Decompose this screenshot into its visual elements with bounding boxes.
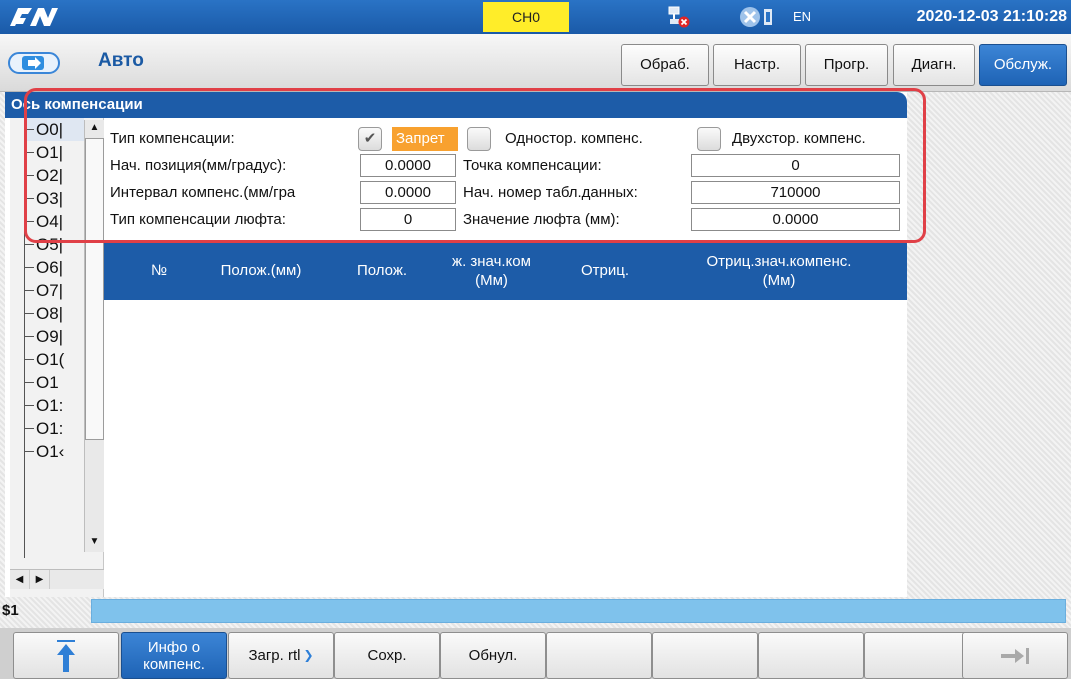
tree-item-axis-12[interactable]: O1:	[24, 394, 84, 417]
one-side-checkbox[interactable]	[467, 127, 491, 151]
col-position: Полож.	[356, 262, 408, 279]
tree-item-axis-10[interactable]: O1(	[24, 348, 84, 371]
backlash-value-label: Значение люфта (мм):	[463, 211, 620, 228]
col-pos-comp-value: ж. знач.ком (Мм)	[452, 252, 531, 289]
col-position-mm: Полож.(мм)	[220, 262, 302, 279]
arrow-right-end-icon	[1001, 647, 1029, 664]
col-neg-comp-value: Отриц.знач.компенс. (Мм)	[706, 252, 852, 289]
tree-item-axis-14[interactable]: O1‹	[24, 440, 84, 463]
backlash-type-field[interactable]: 0	[360, 208, 456, 231]
auto-mode-icon	[8, 52, 60, 74]
network-error-icon	[668, 6, 690, 28]
tree-item-axis-0[interactable]: O0|	[24, 118, 84, 141]
scroll-thumb[interactable]	[85, 138, 104, 440]
scroll-left-arrow-icon[interactable]: ◀	[10, 570, 30, 589]
col-negative: Отриц.	[580, 262, 630, 279]
comp-info-button[interactable]: Инфо о компенс.	[121, 632, 227, 679]
comp-table-header: № Полож.(мм) Полож. ж. знач.ком (Мм) Отр…	[104, 241, 907, 300]
two-side-option-label[interactable]: Двухстор. компенс.	[732, 128, 866, 150]
two-side-checkbox[interactable]	[697, 127, 721, 151]
scroll-down-arrow-icon[interactable]: ▼	[85, 534, 104, 550]
scroll-right-arrow-icon[interactable]: ▶	[30, 570, 50, 589]
chevron-down-icon: ❯	[303, 648, 314, 662]
tab-program[interactable]: Прогр.	[805, 44, 888, 86]
language-indicator: EN	[793, 9, 812, 24]
next-page-button[interactable]	[962, 632, 1068, 679]
start-pos-field[interactable]: 0.0000	[360, 154, 456, 177]
tab-service[interactable]: Обслуж.	[979, 44, 1067, 86]
mode-title: Авто	[98, 50, 144, 71]
table-start-field[interactable]: 710000	[691, 181, 900, 204]
command-prompt-label: $1	[2, 602, 19, 619]
axis-tree: O0| O1| O2| O3| O4| O5| O6| O7| O8| O9| …	[10, 118, 104, 597]
save-button[interactable]: Сохр.	[334, 632, 440, 679]
reset-button[interactable]: Обнул.	[440, 632, 546, 679]
return-top-button[interactable]	[13, 632, 119, 679]
mode-bar: Авто Обраб. Настр. Прогр. Диагн. Обслуж.	[0, 34, 1071, 92]
tree-item-axis-6[interactable]: O6|	[24, 256, 84, 279]
comp-type-label: Тип компенсации:	[110, 130, 235, 147]
softkey-bar: Инфо о компенс. Загр. rtl ❯ Сохр. Обнул.	[0, 628, 1071, 679]
disable-option-label[interactable]: Запрет	[392, 127, 458, 151]
tree-item-axis-5[interactable]: O5|	[24, 233, 84, 256]
arrow-up-icon	[57, 639, 75, 672]
disconnected-icon	[740, 7, 772, 27]
compensation-panel: Ось компенсации O0| O1| O2| O3| O4| O5| …	[5, 92, 907, 597]
interval-label: Интервал компенс.(мм/гра	[110, 184, 296, 201]
tree-item-axis-7[interactable]: O7|	[24, 279, 84, 302]
comp-point-label: Точка компенсации:	[463, 157, 602, 174]
load-rtl-label: Загр. rtl	[248, 647, 301, 664]
disable-checkbox[interactable]: ✔	[358, 127, 382, 151]
softkey-7[interactable]	[652, 632, 758, 679]
one-side-option-label[interactable]: Одностор. компенс.	[505, 128, 643, 150]
tree-item-axis-4[interactable]: O4|	[24, 210, 84, 233]
softkey-9[interactable]	[864, 632, 970, 679]
channel-indicator: CH0	[483, 2, 569, 32]
tree-item-axis-9[interactable]: O9|	[24, 325, 84, 348]
load-rtl-button[interactable]: Загр. rtl ❯	[228, 632, 334, 679]
tree-item-axis-2[interactable]: O2|	[24, 164, 84, 187]
tree-item-axis-1[interactable]: O1|	[24, 141, 84, 164]
backlash-type-label: Тип компенсации люфта:	[110, 211, 286, 228]
comp-point-field[interactable]: 0	[691, 154, 900, 177]
tab-machining[interactable]: Обраб.	[621, 44, 709, 86]
tree-item-axis-13[interactable]: O1:	[24, 417, 84, 440]
tree-horizontal-scrollbar[interactable]: ◀ ▶	[10, 569, 104, 589]
start-pos-label: Нач. позиция(мм/градус):	[110, 157, 287, 174]
panel-title: Ось компенсации	[5, 92, 907, 118]
scroll-up-arrow-icon[interactable]: ▲	[85, 120, 104, 136]
tree-item-axis-3[interactable]: O3|	[24, 187, 84, 210]
comp-table-body	[104, 300, 907, 597]
interval-field[interactable]: 0.0000	[360, 181, 456, 204]
tree-item-axis-8[interactable]: O8|	[24, 302, 84, 325]
status-bar: CH0 EN 2020-12-03 21:10:28	[0, 0, 1071, 34]
col-number: №	[150, 262, 168, 279]
backlash-value-field[interactable]: 0.0000	[691, 208, 900, 231]
tab-setup[interactable]: Настр.	[713, 44, 801, 86]
command-input[interactable]	[91, 599, 1066, 623]
softkey-6[interactable]	[546, 632, 652, 679]
tab-diagnostics[interactable]: Диагн.	[893, 44, 975, 86]
table-start-label: Нач. номер табл.данных:	[463, 184, 638, 201]
logo-icon	[10, 8, 58, 26]
tree-vertical-scrollbar[interactable]: ▲ ▼	[84, 120, 104, 552]
datetime: 2020-12-03 21:10:28	[916, 8, 1067, 25]
tree-item-axis-11[interactable]: O1	[24, 371, 84, 394]
softkey-8[interactable]	[758, 632, 864, 679]
